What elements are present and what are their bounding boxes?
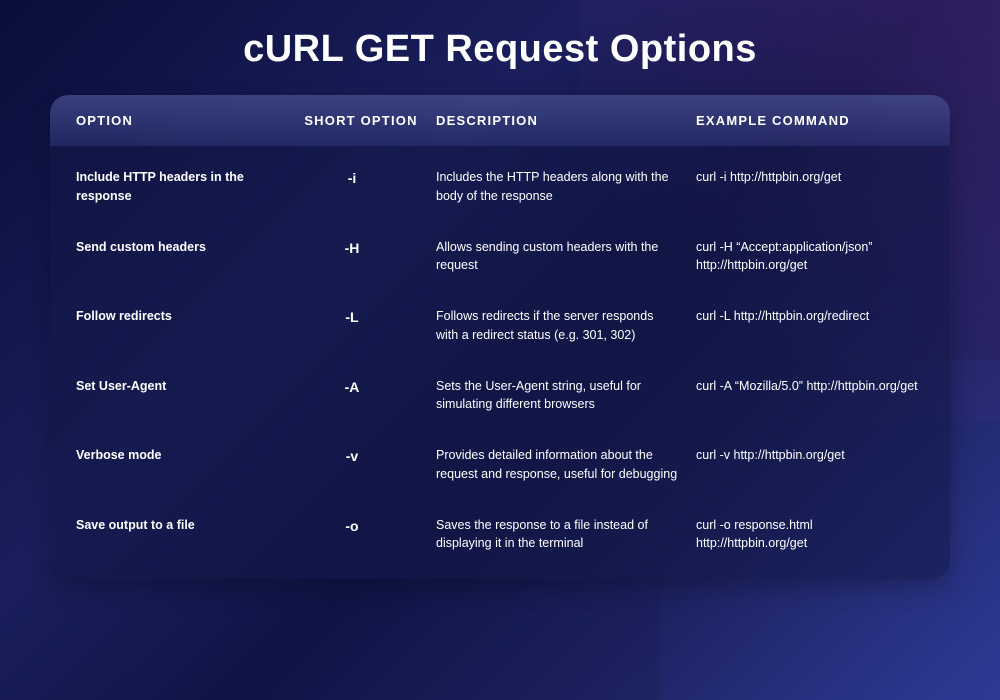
cell-description: Includes the HTTP headers along with the… (436, 168, 696, 206)
table-body: Include HTTP headers in the response -i … (50, 146, 950, 579)
cell-description: Provides detailed information about the … (436, 446, 696, 484)
column-header-description: DESCRIPTION (436, 113, 696, 128)
cell-short-option: -v (286, 446, 436, 467)
cell-option: Follow redirects (76, 307, 286, 326)
cell-example: curl -v http://httpbin.org/get (696, 446, 924, 465)
cell-description: Allows sending custom headers with the r… (436, 238, 696, 276)
cell-short-option: -i (286, 168, 436, 189)
column-header-example: EXAMPLE COMMAND (696, 113, 924, 128)
cell-option: Set User-Agent (76, 377, 286, 396)
cell-description: Follows redirects if the server responds… (436, 307, 696, 345)
options-table: OPTION SHORT OPTION DESCRIPTION EXAMPLE … (50, 95, 950, 579)
cell-description: Saves the response to a file instead of … (436, 516, 696, 554)
cell-short-option: -H (286, 238, 436, 259)
cell-option: Verbose mode (76, 446, 286, 465)
page-title: cURL GET Request Options (50, 28, 950, 71)
column-header-option: OPTION (76, 113, 286, 128)
table-row: Set User-Agent -A Sets the User-Agent st… (50, 361, 950, 431)
table-row: Include HTTP headers in the response -i … (50, 152, 950, 222)
table-row: Follow redirects -L Follows redirects if… (50, 291, 950, 361)
table-header-row: OPTION SHORT OPTION DESCRIPTION EXAMPLE … (50, 95, 950, 146)
cell-description: Sets the User-Agent string, useful for s… (436, 377, 696, 415)
cell-example: curl -o response.html http://httpbin.org… (696, 516, 924, 554)
cell-option: Save output to a file (76, 516, 286, 535)
column-header-short: SHORT OPTION (286, 113, 436, 128)
cell-example: curl -H “Accept:application/json” http:/… (696, 238, 924, 276)
cell-example: curl -i http://httpbin.org/get (696, 168, 924, 187)
cell-example: curl -L http://httpbin.org/redirect (696, 307, 924, 326)
table-row: Verbose mode -v Provides detailed inform… (50, 430, 950, 500)
cell-short-option: -L (286, 307, 436, 328)
cell-option: Send custom headers (76, 238, 286, 257)
cell-example: curl -A “Mozilla/5.0” http://httpbin.org… (696, 377, 924, 396)
cell-short-option: -A (286, 377, 436, 398)
table-row: Send custom headers -H Allows sending cu… (50, 222, 950, 292)
cell-short-option: -o (286, 516, 436, 537)
cell-option: Include HTTP headers in the response (76, 168, 286, 206)
table-row: Save output to a file -o Saves the respo… (50, 500, 950, 570)
